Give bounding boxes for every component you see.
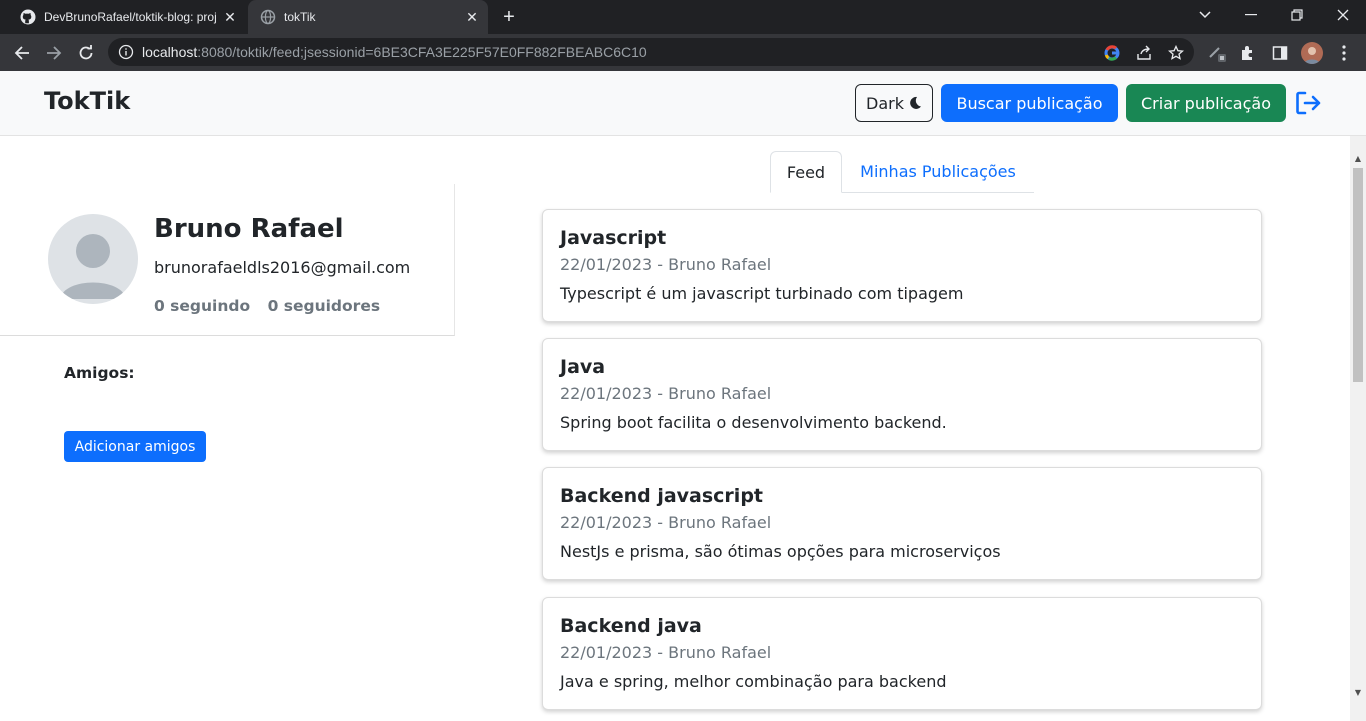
post-title: Javascript xyxy=(560,227,667,249)
browser-tab-title: tokTik xyxy=(284,10,316,24)
side-panel-icon[interactable] xyxy=(1270,43,1290,63)
profile-avatar-icon[interactable] xyxy=(1301,42,1323,64)
back-arrow-icon[interactable] xyxy=(8,39,36,67)
browser-tab-strip: DevBrunoRafael/toktik-blog: proj ✕ tokTi… xyxy=(0,0,1366,34)
share-icon[interactable] xyxy=(1135,44,1153,62)
moon-icon xyxy=(908,96,922,110)
extensions-puzzle-icon[interactable] xyxy=(1238,43,1258,63)
browser-tab-toktik[interactable]: tokTik ✕ xyxy=(248,0,488,34)
kebab-menu-icon[interactable] xyxy=(1334,43,1354,63)
address-bar[interactable]: localhost:8080/toktik/feed;jsessionid=6B… xyxy=(108,38,1194,66)
following-count[interactable]: 0 seguindo xyxy=(154,297,250,315)
post-card[interactable]: Javascript 22/01/2023 - Bruno Rafael Typ… xyxy=(542,209,1262,322)
browser-toolbar: localhost:8080/toktik/feed;jsessionid=6B… xyxy=(0,34,1366,71)
dark-mode-button[interactable]: Dark xyxy=(855,84,933,122)
tab-my-posts[interactable]: Minhas Publicações xyxy=(842,151,1034,193)
new-tab-plus-icon[interactable]: + xyxy=(497,6,521,28)
site-info-icon[interactable] xyxy=(118,44,134,60)
post-card[interactable]: Java 22/01/2023 - Bruno Rafael Spring bo… xyxy=(542,338,1262,451)
avatar xyxy=(48,214,138,304)
bookmark-star-icon[interactable] xyxy=(1167,44,1185,62)
post-title: Backend java xyxy=(560,615,702,637)
create-post-button[interactable]: Criar publicação xyxy=(1126,84,1286,122)
profile-email: brunorafaeldls2016@gmail.com xyxy=(154,258,411,277)
forward-arrow-icon[interactable] xyxy=(40,39,68,67)
close-icon[interactable]: ✕ xyxy=(220,7,240,27)
profile-stats: 0 seguindo 0 seguidores xyxy=(154,297,380,315)
google-icon[interactable] xyxy=(1103,44,1121,62)
browser-tab-title: DevBrunoRafael/toktik-blog: proj xyxy=(44,10,217,24)
followers-count[interactable]: 0 seguidores xyxy=(268,297,381,315)
post-title: Backend javascript xyxy=(560,485,763,507)
dark-mode-label: Dark xyxy=(866,93,904,113)
url-path: :8080/toktik/feed;jsessionid=6BE3CFA3E22… xyxy=(197,44,647,60)
post-meta: 22/01/2023 - Bruno Rafael xyxy=(560,513,772,532)
post-card[interactable]: Backend java 22/01/2023 - Bruno Rafael J… xyxy=(542,597,1262,710)
tab-feed[interactable]: Feed xyxy=(770,151,842,193)
restore-icon[interactable] xyxy=(1274,0,1320,30)
search-post-button[interactable]: Buscar publicação xyxy=(941,84,1118,122)
post-body: Spring boot facilita o desenvolvimento b… xyxy=(560,413,947,432)
url-host: localhost xyxy=(142,44,198,60)
minimize-icon[interactable] xyxy=(1228,0,1274,30)
tab-search-chevron-icon[interactable] xyxy=(1182,0,1228,30)
url-text: localhost:8080/toktik/feed;jsessionid=6B… xyxy=(142,44,647,60)
scroll-down-arrow-icon[interactable]: ▼ xyxy=(1353,688,1363,698)
page-scrollbar[interactable]: ▲ ▼ xyxy=(1350,136,1366,721)
scrollbar-thumb[interactable] xyxy=(1353,168,1363,382)
browser-tab-github[interactable]: DevBrunoRafael/toktik-blog: proj ✕ xyxy=(8,0,246,34)
reload-icon[interactable] xyxy=(72,39,100,67)
brand-logo[interactable]: TokTik xyxy=(44,87,130,115)
post-title: Java xyxy=(560,356,606,378)
post-body: Java e spring, melhor combinação para ba… xyxy=(560,672,947,691)
profile-name: Bruno Rafael xyxy=(154,214,344,244)
friends-heading: Amigos: xyxy=(64,364,135,382)
profile-card: Bruno Rafael brunorafaeldls2016@gmail.co… xyxy=(0,184,455,336)
post-card[interactable]: Backend javascript 22/01/2023 - Bruno Ra… xyxy=(542,467,1262,580)
github-icon xyxy=(20,9,36,25)
post-meta: 22/01/2023 - Bruno Rafael xyxy=(560,384,772,403)
post-meta: 22/01/2023 - Bruno Rafael xyxy=(560,255,772,274)
page-content: Bruno Rafael brunorafaeldls2016@gmail.co… xyxy=(0,136,1350,721)
globe-icon xyxy=(260,9,276,25)
add-friends-button[interactable]: Adicionar amigos xyxy=(64,431,206,462)
close-icon[interactable]: ✕ xyxy=(462,7,482,27)
close-window-icon[interactable] xyxy=(1320,0,1366,30)
post-body: NestJs e prisma, são ótimas opções para … xyxy=(560,542,1001,561)
extension-pen-icon[interactable] xyxy=(1207,43,1227,63)
post-body: Typescript é um javascript turbinado com… xyxy=(560,284,964,303)
logout-icon[interactable] xyxy=(1294,89,1322,117)
post-meta: 22/01/2023 - Bruno Rafael xyxy=(560,643,772,662)
scroll-up-arrow-icon[interactable]: ▲ xyxy=(1353,154,1363,164)
app-navbar: TokTik Dark Buscar publicação Criar publ… xyxy=(0,71,1366,136)
